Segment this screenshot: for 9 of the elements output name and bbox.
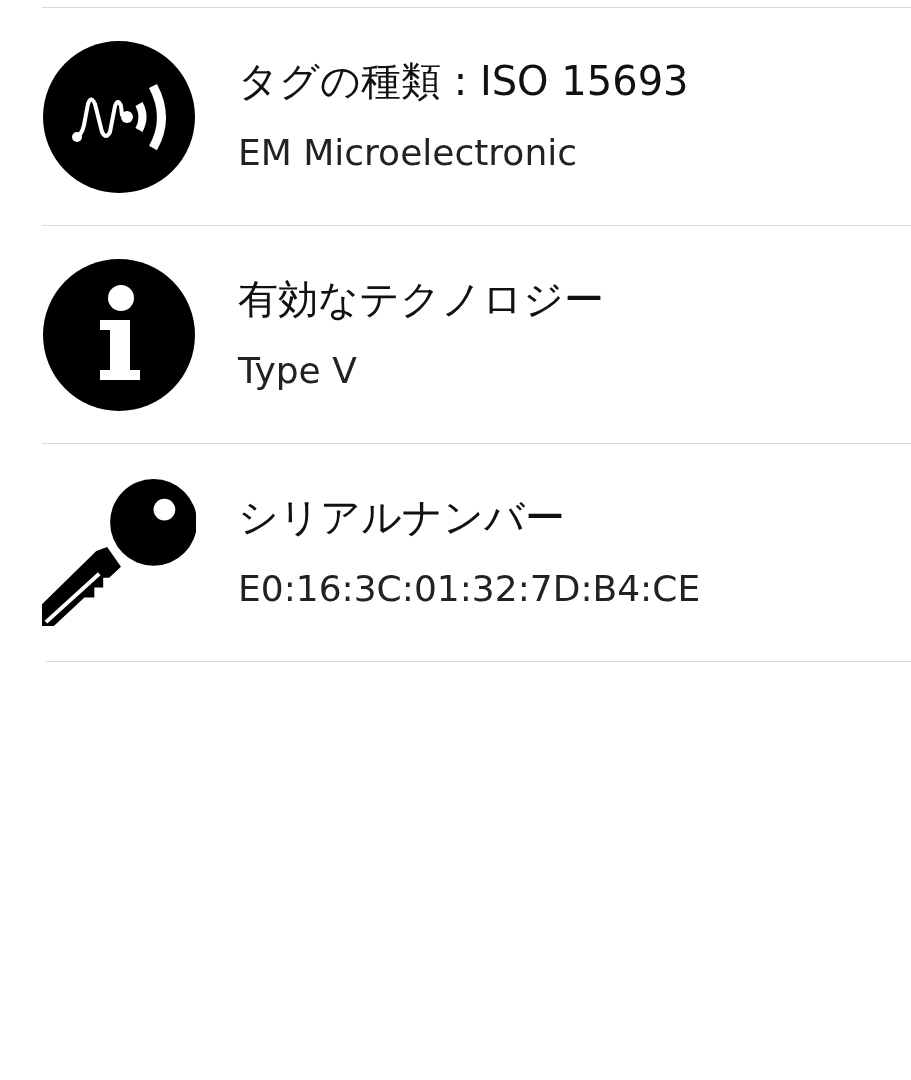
- row-title: タグの種類 : ISO 15693: [238, 56, 689, 106]
- row-value: Type V: [238, 348, 358, 393]
- row-value: E0:16:3C:01:32:7D:B4:CE: [238, 566, 701, 611]
- row-title: シリアルナンバー: [238, 492, 566, 542]
- row-value: EM Microelectronic: [238, 130, 578, 175]
- row-title: 有効なテクノロジー: [238, 274, 604, 324]
- key-icon: [42, 476, 196, 629]
- nfc-icon: [42, 39, 196, 194]
- info-icon: [42, 257, 196, 412]
